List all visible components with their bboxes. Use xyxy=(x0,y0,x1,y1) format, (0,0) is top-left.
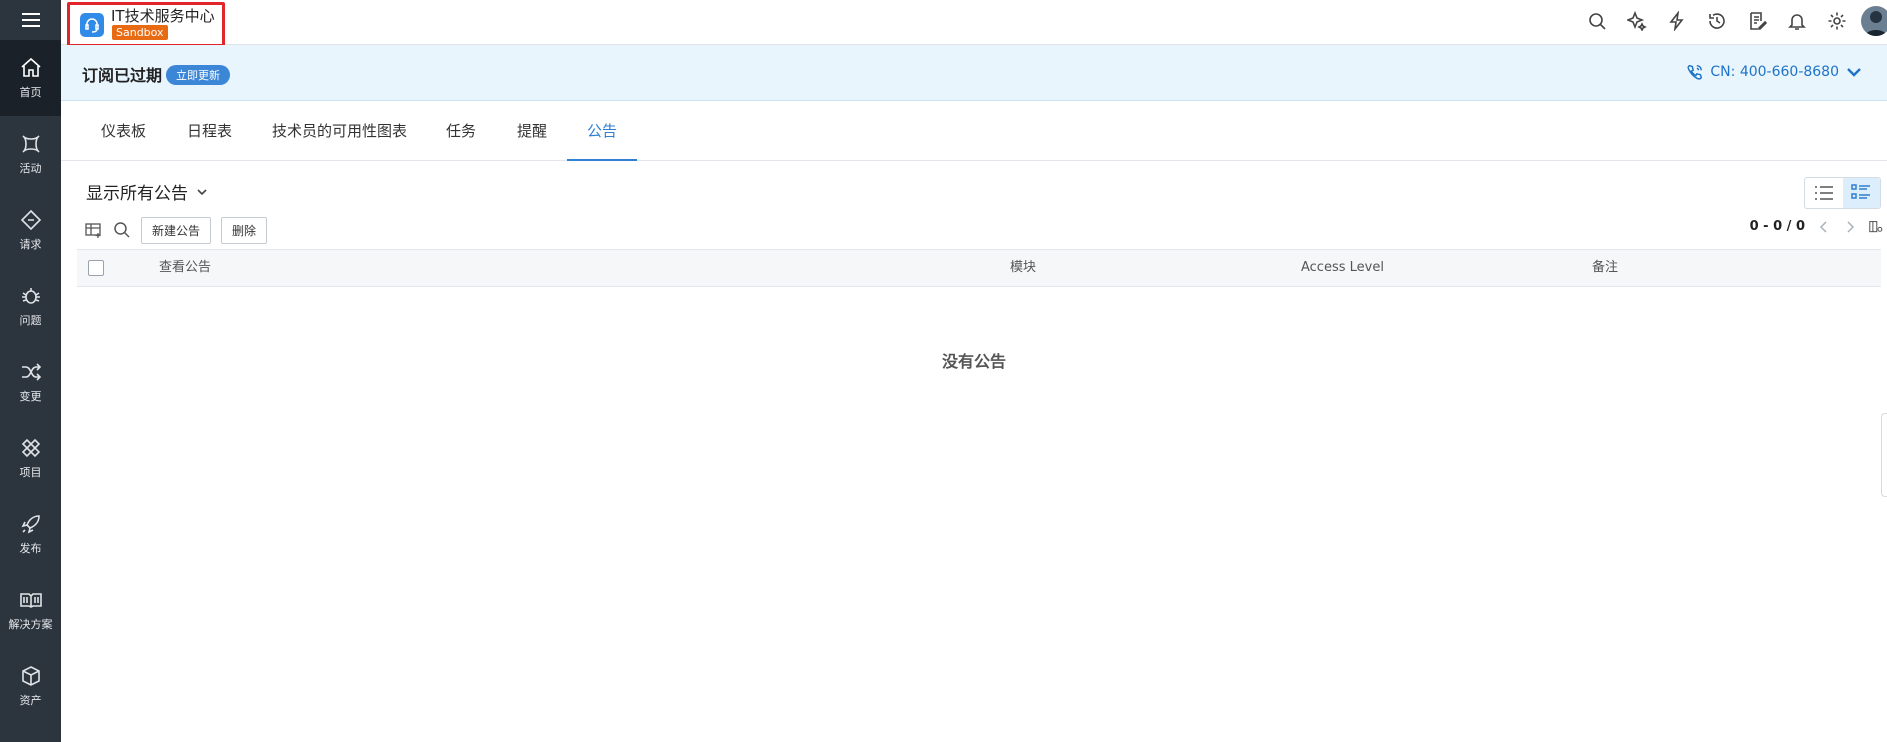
shuffle-change-icon xyxy=(21,363,41,381)
notes-icon xyxy=(1750,12,1767,30)
app-switcher[interactable]: IT技术服务中心 Sandbox xyxy=(67,2,225,47)
sidebar-item-asset[interactable]: 资产 xyxy=(0,648,61,724)
request-icon xyxy=(20,209,41,231)
left-nav-sidebar: 首页 活动 请求 问题 变更 项目 发布 解决方案 资产 xyxy=(0,0,61,742)
chevron-left-icon xyxy=(1819,220,1827,233)
search-icon xyxy=(114,222,130,238)
column-header-view[interactable]: 查看公告 xyxy=(159,250,211,286)
column-chooser-button[interactable] xyxy=(1869,220,1883,234)
book-solution-icon xyxy=(19,593,42,608)
app-title: IT技术服务中心 xyxy=(111,7,215,25)
table-header: 查看公告 模块 Access Level 备注 xyxy=(77,249,1881,287)
prev-page-button[interactable] xyxy=(1817,220,1831,234)
hamburger-icon xyxy=(21,13,40,27)
actions-button[interactable] xyxy=(1657,1,1697,41)
tab-tasks[interactable]: 任务 xyxy=(426,101,496,161)
sidebar-item-label: 资产 xyxy=(19,694,42,707)
tab-dashboard[interactable]: 仪表板 xyxy=(81,101,166,161)
module-tabs: 仪表板 日程表 技术员的可用性图表 任务 提醒 公告 xyxy=(61,101,1887,161)
search-list-button[interactable] xyxy=(113,221,131,239)
search-icon xyxy=(1589,13,1606,30)
sidebar-item-release[interactable]: 发布 xyxy=(0,496,61,572)
notifications-button[interactable] xyxy=(1777,1,1817,41)
search-button[interactable] xyxy=(1577,1,1617,41)
table-settings-button[interactable] xyxy=(85,221,103,239)
activity-icon xyxy=(21,135,40,153)
table-add-icon xyxy=(85,223,101,238)
sidebar-item-request[interactable]: 请求 xyxy=(0,192,61,268)
subscription-banner: 订阅已过期 立即更新 CN: 400-660-8680 xyxy=(61,45,1887,101)
tab-schedule[interactable]: 日程表 xyxy=(167,101,252,161)
chevron-down-icon xyxy=(1847,68,1861,77)
lightning-icon xyxy=(1669,11,1684,31)
sandbox-badge: Sandbox xyxy=(112,25,168,40)
sidebar-item-change[interactable]: 变更 xyxy=(0,344,61,420)
top-bar: IT技术服务中心 Sandbox xyxy=(61,0,1887,47)
view-mode-toggle xyxy=(1804,177,1881,209)
settings-button[interactable] xyxy=(1817,1,1857,41)
sidebar-item-activity[interactable]: 活动 xyxy=(0,116,61,192)
quick-create-button[interactable] xyxy=(1617,1,1657,41)
sidebar-item-label: 问题 xyxy=(19,314,42,327)
tab-reminders[interactable]: 提醒 xyxy=(497,101,567,161)
sidebar-item-solution[interactable]: 解决方案 xyxy=(0,572,61,648)
column-header-notes[interactable]: 备注 xyxy=(1592,250,1618,286)
pagination: 0 - 0 / 0 xyxy=(1750,219,1883,234)
sidebar-item-problem[interactable]: 问题 xyxy=(0,268,61,344)
column-header-access-level[interactable]: Access Level xyxy=(1301,250,1384,286)
project-icon xyxy=(21,438,40,458)
gear-icon xyxy=(1828,12,1846,30)
renew-now-button[interactable]: 立即更新 xyxy=(166,65,230,85)
sidebar-item-label: 首页 xyxy=(19,86,42,99)
page-count: 0 - 0 / 0 xyxy=(1749,219,1805,234)
support-phone-dropdown[interactable]: CN: 400-660-8680 xyxy=(1686,63,1863,81)
top-actions xyxy=(1577,0,1887,42)
new-announcement-button[interactable]: 新建公告 xyxy=(141,216,212,244)
empty-state-text: 没有公告 xyxy=(941,352,1006,371)
announcements-panel: 显示所有公告 新建公告 删除 0 - 0 / 0 查看公告 模块 Access … xyxy=(61,161,1887,742)
sidebar-item-label: 请求 xyxy=(19,238,42,251)
sidebar-item-project[interactable]: 项目 xyxy=(0,420,61,496)
column-settings-icon xyxy=(1869,220,1883,232)
list-view-button[interactable] xyxy=(1805,178,1843,208)
view-filter-label: 显示所有公告 xyxy=(86,184,188,204)
sidebar-item-label: 活动 xyxy=(19,162,42,175)
rocket-release-icon xyxy=(21,515,40,534)
history-button[interactable] xyxy=(1697,1,1737,41)
chevron-down-icon xyxy=(197,188,207,195)
next-page-button[interactable] xyxy=(1843,220,1857,234)
sidebar-item-label: 变更 xyxy=(19,390,42,403)
sidebar-item-label: 项目 xyxy=(19,466,42,479)
side-panel-handle[interactable] xyxy=(1881,413,1887,497)
tab-announcements[interactable]: 公告 xyxy=(567,101,638,161)
list-icon xyxy=(1814,186,1833,200)
detail-view-button[interactable] xyxy=(1842,178,1880,208)
home-icon xyxy=(20,57,41,77)
delete-button[interactable]: 删除 xyxy=(221,216,268,244)
notes-button[interactable] xyxy=(1737,1,1777,41)
avatar[interactable] xyxy=(1861,6,1887,36)
problem-bug-icon xyxy=(21,288,40,304)
phone-number: CN: 400-660-8680 xyxy=(1710,64,1839,80)
list-toolbar: 新建公告 删除 xyxy=(85,216,268,244)
history-icon xyxy=(1709,13,1725,29)
bell-icon xyxy=(1788,14,1806,30)
view-filter-dropdown[interactable]: 显示所有公告 xyxy=(86,179,208,204)
tab-technician-availability[interactable]: 技术员的可用性图表 xyxy=(252,101,427,161)
menu-toggle[interactable] xyxy=(0,0,61,40)
phone-icon xyxy=(1687,64,1703,80)
sidebar-item-label: 解决方案 xyxy=(8,618,53,631)
sidebar-item-home[interactable]: 首页 xyxy=(0,40,61,116)
detail-list-icon xyxy=(1851,184,1871,199)
cube-asset-icon xyxy=(21,666,40,686)
headset-logo-icon xyxy=(80,13,104,37)
column-header-module[interactable]: 模块 xyxy=(1010,250,1036,286)
select-all-checkbox[interactable] xyxy=(88,260,104,276)
chevron-right-icon xyxy=(1847,220,1855,233)
spark-icon xyxy=(1627,11,1647,31)
subscription-expired-title: 订阅已过期 xyxy=(82,66,163,85)
sidebar-item-label: 发布 xyxy=(19,542,42,555)
